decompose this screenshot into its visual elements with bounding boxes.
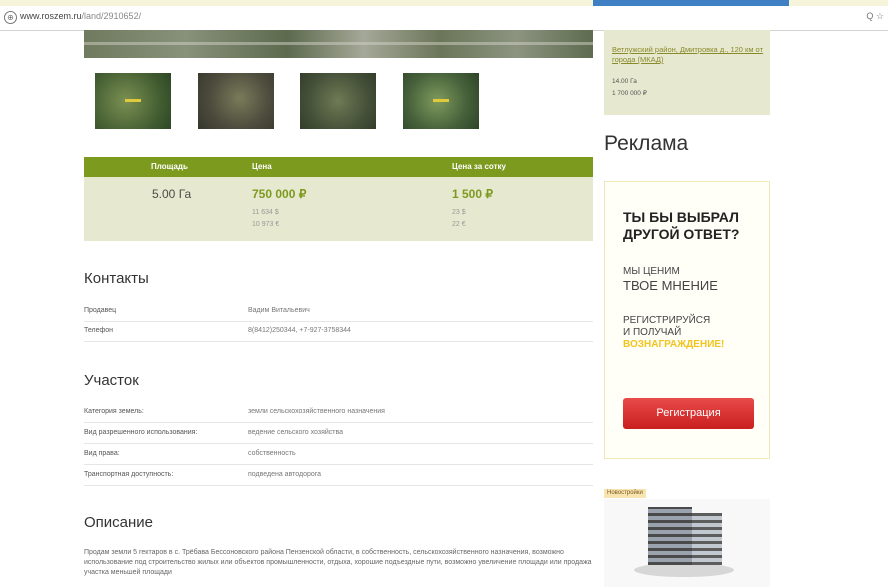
plot-row-category: Категория земель: земли сельскохозяйстве…: [84, 402, 593, 423]
header-price: Цена: [252, 162, 272, 171]
row-key: Продавец: [84, 307, 117, 314]
price-eur: 10 973 €: [252, 221, 280, 228]
ground-shadow: [634, 563, 734, 577]
row-value[interactable]: 8(8412)250344, +7-927-3758344: [248, 327, 351, 334]
register-button[interactable]: Регистрация: [623, 398, 754, 429]
satellite-map[interactable]: [84, 30, 593, 58]
header-price-per-sotka: Цена за сотку: [452, 162, 506, 171]
price-table-header: Площадь Цена Цена за сотку: [84, 157, 593, 177]
row-value: ведение сельского хозяйства: [248, 429, 344, 436]
building-image: [648, 507, 692, 565]
photo-thumbnail-1[interactable]: [95, 73, 171, 129]
similar-listing-card: Ветлужский район, Дмитровка д., 120 км о…: [604, 30, 770, 115]
row-value: Вадим Витальевич: [248, 307, 310, 314]
url-text[interactable]: www.roszem.ru/land/2910652/: [20, 11, 141, 21]
header-area: Площадь: [151, 162, 188, 171]
new-building-ad[interactable]: [604, 499, 770, 587]
contacts-heading: Контакты: [84, 270, 149, 287]
plot-row-transport: Транспортная доступность: подведена авто…: [84, 465, 593, 486]
ad-line-4: И ПОЛУЧАЙ: [623, 327, 682, 338]
price-per-sotka-value: 1 500 ₽: [452, 187, 493, 201]
ad-heading: Реклама: [604, 132, 689, 155]
row-key: Транспортная доступность:: [84, 471, 174, 478]
contact-row-phone: Телефон 8(8412)250344, +7-927-3758344: [84, 321, 593, 342]
description-text: Продам земли 5 гектаров в с. Трёбава Бес…: [84, 549, 592, 576]
ad-line-1: МЫ ЦЕНИМ: [623, 266, 680, 277]
row-value: подведена автодорога: [248, 471, 322, 478]
price-usd: 11 634 $: [252, 209, 279, 216]
ad-line-2: ТВОЕ МНЕНИЕ: [623, 278, 718, 293]
price-value: 750 000 ₽: [252, 187, 307, 201]
similar-listing-price: 1 700 000 ₽: [612, 90, 647, 97]
row-key: Вид разрешенного использования:: [84, 429, 198, 436]
plot-marker: [125, 99, 141, 102]
ad-line-3: РЕГИСТРИРУЙСЯ: [623, 315, 711, 326]
photo-thumbnail-4[interactable]: [403, 73, 479, 129]
similar-listing-link[interactable]: Ветлужский район, Дмитровка д., 120 км о…: [612, 45, 764, 65]
description-heading: Описание: [84, 514, 154, 531]
partner-label: Новостройки: [604, 489, 646, 498]
sotka-usd: 23 $: [452, 209, 466, 216]
plot-heading: Участок: [84, 372, 139, 389]
ad-question: ТЫ БЫ ВЫБРАЛ ДРУГОЙ ОТВЕТ?: [623, 209, 740, 242]
similar-listing-area: 14.00 Га: [612, 78, 637, 85]
ad-banner[interactable]: ТЫ БЫ ВЫБРАЛ ДРУГОЙ ОТВЕТ? МЫ ЦЕНИМ ТВОЕ…: [604, 181, 770, 459]
photo-thumbnail-3[interactable]: [300, 73, 376, 129]
sotka-eur: 22 €: [452, 221, 466, 228]
row-key: Телефон: [84, 327, 114, 334]
price-table: Площадь Цена Цена за сотку 5.00 Га 750 0…: [84, 157, 593, 241]
contact-row-seller: Продавец Вадим Витальевич: [84, 301, 593, 322]
plot-marker: [433, 99, 449, 102]
area-value: 5.00 Га: [152, 187, 192, 201]
row-key: Категория земель:: [84, 408, 144, 415]
globe-icon: ⊕: [4, 11, 17, 24]
row-value: собственность: [248, 450, 296, 457]
building-image-annex: [692, 513, 722, 565]
search-star-icons[interactable]: Q ☆: [866, 11, 884, 22]
address-bar[interactable]: ⊕ www.roszem.ru/land/2910652/ Q ☆: [0, 6, 888, 31]
plot-row-right: Вид права: собственность: [84, 444, 593, 465]
row-key: Вид права:: [84, 450, 120, 457]
plot-row-usage: Вид разрешенного использования: ведение …: [84, 423, 593, 444]
row-value: земли сельскохозяйственного назначения: [248, 408, 385, 415]
photo-thumbnail-2[interactable]: [198, 73, 274, 129]
ad-line-5: ВОЗНАГРАЖДЕНИЕ!: [623, 339, 725, 350]
